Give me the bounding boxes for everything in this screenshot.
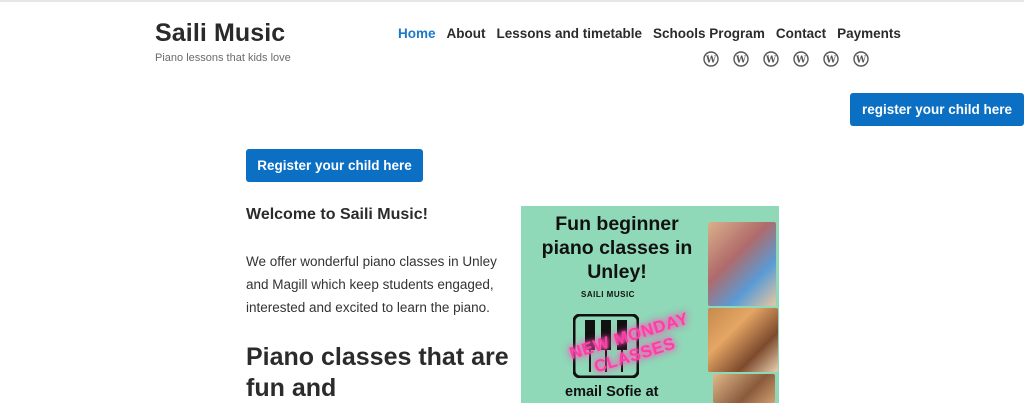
social-links: W W W W W W bbox=[703, 51, 883, 67]
wordpress-icon[interactable]: W bbox=[793, 51, 809, 67]
svg-text:W: W bbox=[825, 56, 837, 66]
wordpress-icon[interactable]: W bbox=[823, 51, 839, 67]
poster-brand: SAILI MUSIC bbox=[581, 290, 635, 299]
welcome-heading: Welcome to Saili Music! bbox=[246, 206, 428, 223]
poster-email-text: email Sofie at bbox=[565, 384, 659, 400]
nav-item-lessons[interactable]: Lessons and timetable bbox=[497, 26, 643, 41]
promo-poster-image[interactable]: Fun beginner piano classes in Unley! SAI… bbox=[521, 206, 779, 403]
wordpress-icon[interactable]: W bbox=[703, 51, 719, 67]
svg-text:W: W bbox=[705, 56, 717, 66]
wordpress-icon[interactable]: W bbox=[763, 51, 779, 67]
poster-title: Fun beginner piano classes in Unley! bbox=[541, 213, 693, 283]
nav-item-contact[interactable]: Contact bbox=[776, 26, 826, 41]
svg-text:W: W bbox=[765, 56, 777, 66]
main-nav: Home About Lessons and timetable Schools… bbox=[398, 26, 912, 41]
site-title[interactable]: Saili Music bbox=[155, 19, 285, 48]
register-child-button[interactable]: Register your child here bbox=[246, 149, 423, 182]
nav-item-about[interactable]: About bbox=[447, 26, 486, 41]
nav-item-payments[interactable]: Payments bbox=[837, 26, 901, 41]
nav-item-home[interactable]: Home bbox=[398, 26, 436, 41]
register-child-header-button[interactable]: register your child here bbox=[850, 93, 1024, 126]
wordpress-icon[interactable]: W bbox=[733, 51, 749, 67]
svg-text:W: W bbox=[855, 56, 867, 66]
svg-text:W: W bbox=[735, 56, 747, 66]
site-tagline: Piano lessons that kids love bbox=[155, 52, 291, 64]
nav-item-schools[interactable]: Schools Program bbox=[653, 26, 765, 41]
photo-child-piano-3 bbox=[713, 374, 775, 403]
intro-paragraph: We offer wonderful piano classes in Unle… bbox=[246, 254, 497, 315]
top-border bbox=[0, 0, 1024, 2]
section-heading: Piano classes that are fun and bbox=[246, 343, 509, 402]
wordpress-icon[interactable]: W bbox=[853, 51, 869, 67]
svg-text:W: W bbox=[795, 56, 807, 66]
photo-child-piano-1 bbox=[708, 222, 776, 306]
poster-neon-text: NEW MONDAY CLASSES bbox=[567, 308, 691, 377]
